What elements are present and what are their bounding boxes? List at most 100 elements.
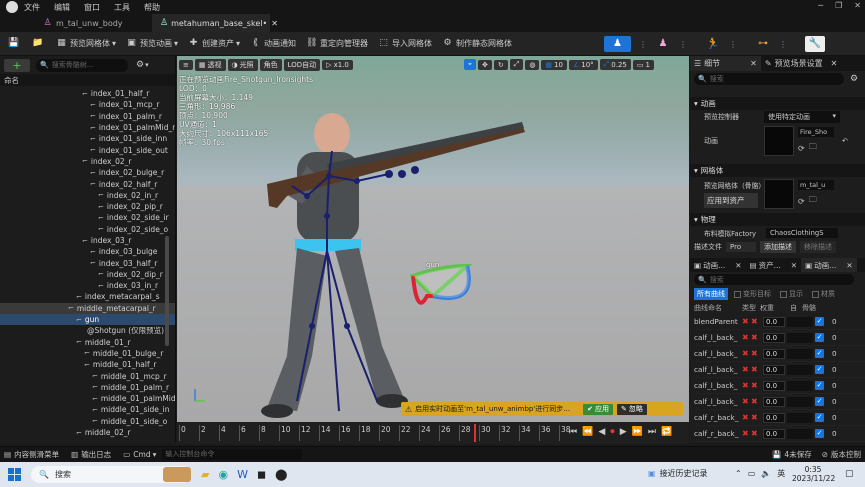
preview-mesh-button[interactable]: ▦ 预览网格体 ▾: [56, 38, 116, 49]
timeline[interactable]: 0 2 4 6 8 10 12 14 16 18 20 22 24 26 28 30 32 34 36 38 ⏮ ⏪ …: [177, 422, 689, 444]
tab-preview-scene[interactable]: ✎ 预览场景设置 ✕: [761, 56, 841, 71]
chevron-down-icon[interactable]: ▾: [145, 61, 149, 69]
windows-start-icon[interactable]: [8, 468, 21, 481]
import-mesh-button[interactable]: ⬚ 导入网格体: [378, 38, 432, 49]
search-input[interactable]: 🔍 搜索骨骼树...: [36, 58, 128, 72]
curve-weight[interactable]: 0.0: [763, 380, 785, 391]
prev-frame-icon[interactable]: ⏪: [582, 427, 593, 437]
add-preset-button[interactable]: 添加描述: [760, 241, 796, 253]
curve-row[interactable]: calf_l_back_ ✖ ✖ 0.0 ✓ 0: [694, 378, 865, 394]
tree-row[interactable]: ⌐ index_02_r: [0, 156, 175, 167]
curve-row[interactable]: blendParent ✖ ✖ 0.0 ✓ 0: [694, 314, 865, 330]
timeline-ruler[interactable]: 0 2 4 6 8 10 12 14 16 18 20 22 24 26 28 30 32 34 36 38: [177, 424, 571, 442]
edge-icon[interactable]: ◉: [218, 468, 228, 481]
tree-row[interactable]: ⌐ index_03_r: [0, 235, 175, 246]
auto-checkbox[interactable]: ✓: [815, 365, 824, 374]
save-button[interactable]: 💾: [8, 38, 22, 49]
viewport[interactable]: ≡ ▦ 透视 ◑ 光照 角色 LOD自动 ▷ x1.0 ⌖ ✥ ↻ ⤢ ◍ ▦ 10 ∠…: [177, 56, 689, 422]
retarget-button[interactable]: ⛓ 重定向管理器: [306, 38, 368, 49]
curve-row[interactable]: calf_l_back_ ✖ ✖ 0.0 ✓ 0: [694, 394, 865, 410]
weight-slider[interactable]: [787, 428, 813, 439]
animation-mode-button[interactable]: 🏃: [705, 36, 721, 52]
tree-scrollbar[interactable]: [165, 236, 169, 346]
maximize-icon[interactable]: ❐: [835, 1, 842, 10]
to-end-icon[interactable]: ⏭: [648, 427, 656, 437]
content-drawer-button[interactable]: ▤ 内容侧滑菜单: [4, 449, 59, 460]
apply-button[interactable]: ✔ 应用: [583, 403, 614, 415]
auto-checkbox[interactable]: ✓: [815, 333, 824, 342]
tree-row[interactable]: ⌐ middle_01_bulge_r: [0, 348, 175, 359]
menu-item[interactable]: 工具: [114, 2, 130, 13]
preview-controller-select[interactable]: 使用特定动画 ▾: [764, 111, 840, 123]
tree-row[interactable]: ⌐ middle_02_r: [0, 427, 175, 438]
to-start-icon[interactable]: ⏮: [569, 427, 577, 437]
curve-weight[interactable]: 0.0: [763, 396, 785, 407]
browse-button[interactable]: 📁: [32, 38, 46, 49]
tree-row[interactable]: ⌐ index_03_half_r: [0, 257, 175, 268]
tree-row[interactable]: ⌐ index_01_palmMid_r: [0, 122, 175, 133]
tree-row[interactable]: ⌐ index_02_side_o: [0, 224, 175, 235]
curve-weight[interactable]: 0.0: [763, 348, 785, 359]
curve-weight[interactable]: 0.0: [763, 428, 785, 439]
tree-row[interactable]: @Shotgun (仅限预览): [0, 325, 175, 336]
tree-row[interactable]: ⌐ middle_metacarpal_r: [0, 302, 175, 314]
weight-slider[interactable]: [787, 396, 813, 407]
unreal-engine-icon[interactable]: ⬤: [275, 468, 287, 481]
bottom-tab[interactable]: ▤ 资产... ✕: [746, 258, 802, 272]
chevron-up-icon[interactable]: ⌃: [735, 469, 742, 478]
section-mesh[interactable]: ▾ 网格体: [690, 164, 865, 177]
tab-close-icon[interactable]: ✕: [271, 19, 278, 28]
remove-preset-button[interactable]: 移除描述: [800, 241, 836, 253]
play-icon[interactable]: ▶: [620, 427, 627, 437]
output-log-button[interactable]: ▥ 输出日志: [71, 449, 111, 460]
close-icon[interactable]: ✕: [791, 261, 797, 270]
curve-filter[interactable]: 显示: [777, 288, 806, 300]
tree-row[interactable]: ⌐ index_02_dip_r: [0, 269, 175, 280]
weight-slider[interactable]: [787, 316, 813, 327]
tree-row[interactable]: ⌐ middle_01_half_r: [0, 359, 175, 370]
settings-icon[interactable]: ⚙: [850, 74, 858, 84]
tree-row[interactable]: ⌐ middle_01_mcp_r: [0, 370, 175, 381]
weight-slider[interactable]: [787, 412, 813, 423]
tree-row[interactable]: ⌐ middle_01_r: [0, 337, 175, 348]
tree-row[interactable]: ⌐ middle_01_side_in: [0, 404, 175, 415]
tree-row[interactable]: ⌐ index_02_side_ir: [0, 212, 175, 223]
curve-filter[interactable]: 所有曲线: [694, 288, 728, 300]
curve-row[interactable]: calf_l_back_ ✖ ✖ 0.0 ✓ 0: [694, 346, 865, 362]
curve-row[interactable]: calf_l_back_ ✖ ✖ 0.0 ✓ 0: [694, 362, 865, 378]
physics-mode-button[interactable]: 🔧: [805, 36, 825, 52]
use-selected-icon[interactable]: ⟳: [798, 144, 805, 153]
auto-checkbox[interactable]: ✓: [815, 349, 824, 358]
recent-history-label[interactable]: 接近历史记录: [660, 468, 708, 479]
cloth-factory-select[interactable]: ChaosClothingS: [766, 228, 838, 238]
playhead[interactable]: [474, 424, 476, 442]
language-indicator[interactable]: 英: [777, 468, 785, 479]
curve-row[interactable]: calf_r_back_ ✖ ✖ 0.0 ✓ 0: [694, 410, 865, 426]
add-bone-button[interactable]: +: [4, 58, 30, 72]
close-icon[interactable]: ✕: [831, 59, 838, 68]
console-input[interactable]: 输入控制台命令: [162, 449, 303, 460]
file-explorer-icon[interactable]: ▰: [201, 468, 209, 481]
unsaved-button[interactable]: 💾 4未保存: [772, 449, 812, 460]
curve-filter[interactable]: 材质: [809, 288, 838, 300]
tree-row[interactable]: ⌐ index_01_mcp_r: [0, 99, 175, 110]
tab-skeleton[interactable]: ♙ metahuman_base_skel• ✕: [152, 14, 278, 32]
curve-filter[interactable]: 变形目标: [731, 288, 774, 300]
word-icon[interactable]: W: [237, 468, 248, 481]
minimize-icon[interactable]: ─: [818, 1, 823, 10]
loop-icon[interactable]: 🔁: [661, 427, 672, 437]
tree-row[interactable]: ⌐ middle_01_side_o: [0, 416, 175, 427]
next-frame-icon[interactable]: ⏩: [632, 427, 643, 437]
tree-row[interactable]: ⌐ gun: [0, 313, 175, 326]
menu-item[interactable]: 文件: [24, 2, 40, 13]
bottom-tab[interactable]: ▣ 动画... ✕: [690, 258, 746, 272]
cmd-select[interactable]: ▭ Cmd ▾: [123, 450, 156, 459]
tab-details[interactable]: ☰ 细节 ✕: [690, 56, 761, 71]
network-icon[interactable]: ▭: [748, 469, 756, 478]
apply-to-asset-button[interactable]: 应用到资产: [704, 193, 758, 208]
epic-games-icon[interactable]: ◼: [257, 468, 266, 481]
section-physics[interactable]: ▾ 物理: [690, 213, 865, 226]
section-animation[interactable]: ▾ 动画: [690, 97, 865, 110]
curve-weight[interactable]: 0.0: [763, 412, 785, 423]
preset-select[interactable]: Pro: [726, 242, 756, 252]
